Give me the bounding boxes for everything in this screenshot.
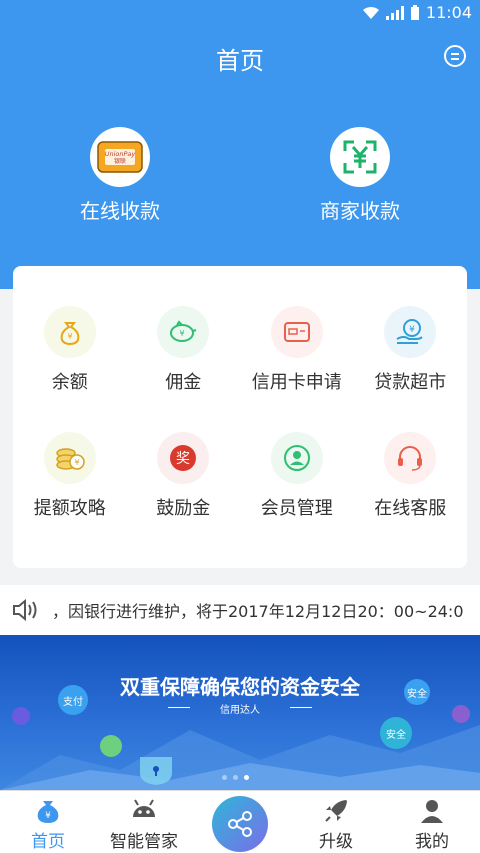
unionpay-sub-text: 银联 [114,157,126,165]
hero-header: 首页 UnionPay 银联 在线收款 商家收款 [0,25,480,289]
banner-tag-safe: 安全 [380,717,412,749]
unionpay-card-icon: UnionPay 银联 [90,127,150,187]
home-moneybag-icon: ¥ [33,797,63,825]
shield-icon [140,757,172,785]
grid-item-label: 佣金 [165,372,202,393]
banner-headline: 双重保障确保您的资金安全 [120,675,360,699]
wifi-icon [362,6,379,19]
grid-item-limit-guide[interactable]: ¥ 提额攻略 [13,432,127,520]
grid-item-label: 提额攻略 [33,498,106,519]
page-title: 首页 [216,47,264,75]
banner-bubble [100,735,122,757]
coins-icon: ¥ [43,432,96,484]
credit-card-icon [270,306,323,358]
grid-item-customer-service[interactable]: 在线客服 [354,432,468,520]
banner-tag-text: 安全 [386,729,406,741]
banner-pager[interactable] [222,775,249,780]
tab-mine[interactable]: 我的 [384,791,480,853]
banner-divider [290,707,312,708]
notice-text: ，因银行进行维护，将于2017年12月12日20：00~24:0 [52,602,464,621]
merchant-payment-label: 商家收款 [320,199,400,223]
grid-item-balance[interactable]: ¥ 余额 [13,306,127,394]
battery-icon [410,4,419,20]
robot-icon [129,797,159,825]
grid-item-label: 信用卡申请 [251,372,342,393]
grid-item-label: 余额 [51,372,88,393]
grid-item-label: 会员管理 [260,498,333,519]
promo-banner[interactable]: 支付 安全 安全 双重保障确保您的资金安全 信用达人 [0,635,480,790]
tab-label: 升级 [319,832,353,852]
online-payment-label: 在线收款 [80,199,160,223]
grid-item-label: 在线客服 [374,498,447,519]
status-time: 11:04 [425,3,472,22]
tab-upgrade[interactable]: 升级 [288,791,384,853]
online-payment-button[interactable]: UnionPay 银联 在线收款 [40,127,200,224]
signal-icon [385,5,404,20]
svg-text:¥: ¥ [409,325,415,335]
headset-icon [384,432,437,484]
svg-text:¥: ¥ [67,332,72,341]
unionpay-brand-text: UnionPay [105,150,136,158]
tab-home[interactable]: ¥ 首页 [0,791,96,853]
piggy-bank-icon: ¥ [157,306,210,358]
grid-item-credit-card[interactable]: 信用卡申请 [240,306,354,394]
svg-text:¥: ¥ [74,458,79,467]
grid-item-loan-market[interactable]: ¥ 贷款超市 [354,306,468,394]
user-icon [417,797,447,825]
scan-qr-yuan-icon [330,127,390,187]
tab-label: 智能管家 [110,832,178,852]
loan-hand-icon: ¥ [384,306,437,358]
message-button[interactable] [444,45,466,67]
svg-text:¥: ¥ [45,811,51,821]
grid-item-member[interactable]: 会员管理 [240,432,354,520]
notice-bar[interactable]: ，因银行进行维护，将于2017年12月12日20：00~24:0 [0,585,480,635]
function-card: ¥ 余额 ¥ 佣金 信用卡申请 ¥ 贷款超市 ¥ 提额攻略 奖 鼓励金 会员管理… [13,266,467,568]
rocket-icon [321,797,351,825]
tab-smart-butler[interactable]: 智能管家 [96,791,192,853]
share-button[interactable] [212,796,268,852]
share-icon [228,811,252,837]
status-bar: 11:04 [0,0,480,25]
grid-item-label: 贷款超市 [374,372,447,393]
svg-text:¥: ¥ [180,329,185,338]
tab-label: 首页 [31,832,65,852]
speaker-icon [13,598,37,622]
member-icon [270,432,323,484]
reward-char: 奖 [176,450,190,467]
grid-item-reward[interactable]: 奖 鼓励金 [127,432,241,520]
banner-subtitle: 信用达人 [220,705,260,716]
reward-icon: 奖 [157,432,210,484]
tab-label: 我的 [415,832,449,852]
grid-item-commission[interactable]: ¥ 佣金 [127,306,241,394]
money-bag-icon: ¥ [43,306,96,358]
grid-item-label: 鼓励金 [156,498,211,519]
merchant-payment-button[interactable]: 商家收款 [280,127,440,224]
function-grid: ¥ 余额 ¥ 佣金 信用卡申请 ¥ 贷款超市 ¥ 提额攻略 奖 鼓励金 会员管理… [13,306,467,520]
